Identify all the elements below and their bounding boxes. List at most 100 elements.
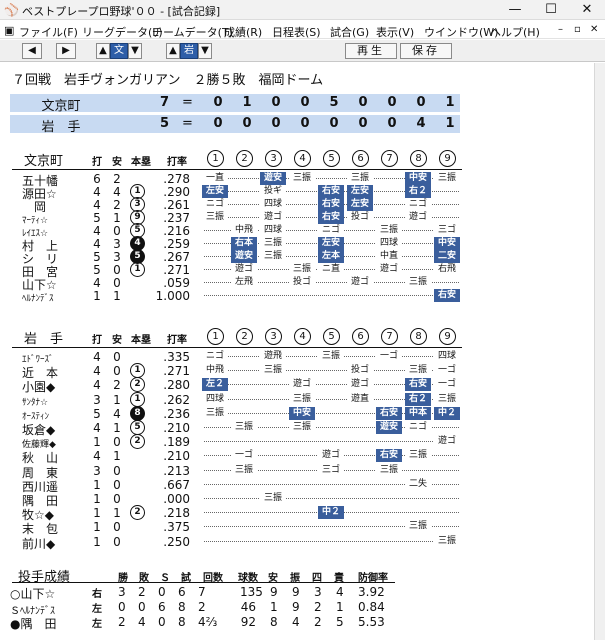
minimize-button[interactable]: — bbox=[497, 0, 533, 20]
player-row[interactable]: 周 東 3 0.213 三振 三ゴ 三振 bbox=[0, 463, 594, 480]
at-bat-result: 遊飛 bbox=[260, 350, 286, 363]
player-row[interactable]: 岡 4 2 3.261 ニゴ 四球 右安 左安 ニゴ bbox=[0, 197, 594, 214]
pitcher-row[interactable]: Ｓﾍﾙﾅﾝﾃﾞｽ左 0 0 6 8 2 46 1 9 2 1 0.84 bbox=[0, 600, 594, 617]
arrow-up-icon: ▲ bbox=[99, 45, 107, 56]
player-row[interactable]: 前川◆ 1 0 .250 三振 bbox=[0, 534, 594, 551]
document-icon[interactable]: ▣ bbox=[4, 24, 14, 37]
menu-schedule[interactable]: 日程表(S) bbox=[272, 24, 321, 40]
team-a-up-button[interactable]: ▲ bbox=[96, 43, 110, 59]
header-rule bbox=[12, 347, 462, 348]
next-game-button[interactable]: ▶ bbox=[56, 43, 76, 59]
player-row[interactable]: 田 宮 5 0 1.271 遊ゴ 三振 ニ直 遊ゴ 右飛 bbox=[0, 262, 594, 279]
arrow-up-icon: ▲ bbox=[169, 45, 177, 56]
player-row[interactable]: ﾏｰﾃｨ☆ 5 1 9.237 三振 遊ゴ 右安 投ゴ 遊ゴ bbox=[0, 210, 594, 226]
at-bat-result: 遊ゴ bbox=[318, 449, 344, 463]
at-bat-result: 三振 bbox=[289, 172, 315, 185]
at-bat-hit: 右２ bbox=[405, 185, 431, 198]
at-bat-hit: 中安 bbox=[405, 172, 431, 185]
pitcher-bb: 2 bbox=[314, 615, 322, 629]
at-bat-result: 遊直 bbox=[347, 392, 373, 406]
team-a-button[interactable]: 文 bbox=[110, 43, 128, 59]
pitcher-row[interactable]: ●隅 田左 2 4 0 8 4⅔ 92 8 4 2 5 5.53 bbox=[0, 615, 594, 631]
inning-score: 0 bbox=[271, 95, 281, 110]
inning-score: 0 bbox=[300, 95, 310, 110]
hits: 1 bbox=[113, 289, 121, 303]
baseball-app-icon: ⚾ bbox=[4, 3, 19, 17]
player-row[interactable]: 村 上 4 3 4.259 右本 三振 左安 四球 中安 bbox=[0, 236, 594, 253]
at-bats: 1 bbox=[93, 506, 101, 521]
pitcher-k: 9 bbox=[292, 600, 300, 614]
player-row[interactable]: 近 本 4 0 1.271 中飛 三振 投ゴ 三振 一ゴ bbox=[0, 363, 594, 380]
mdi-close-icon[interactable]: ✕ bbox=[590, 24, 598, 35]
at-bat-result: 遊ゴ bbox=[434, 435, 460, 449]
inning-score: 0 bbox=[271, 116, 281, 131]
team-b-down-button[interactable]: ▼ bbox=[198, 43, 212, 59]
menu-view[interactable]: 表示(V) bbox=[376, 24, 414, 40]
play-button[interactable]: 再生 bbox=[345, 43, 397, 59]
player-row[interactable]: 五十幡 6 2.278 一直 遊安 三振 三振 中安 三振 bbox=[0, 172, 594, 188]
vertical-scrollbar[interactable] bbox=[594, 63, 605, 640]
player-row[interactable]: 山下☆ 4 0.059 左飛 投ゴ 遊ゴ 三振 bbox=[0, 276, 594, 292]
team-b-button[interactable]: 岩 bbox=[180, 43, 198, 59]
player-row[interactable]: ﾍﾙﾅﾝﾃﾞｽ 1 1 1.000 右安 bbox=[0, 289, 594, 304]
batting-average: .236 bbox=[163, 406, 190, 421]
at-bat-result: 三振 bbox=[434, 172, 460, 185]
mdi-minimize-icon[interactable]: – bbox=[558, 24, 563, 35]
player-row[interactable]: 源田☆ 4 4 1.290 左安 投ギ 右安 左安 右２ bbox=[0, 184, 594, 201]
batting-average: .210 bbox=[163, 449, 190, 464]
at-bat-result: 四球 bbox=[434, 350, 460, 363]
pitcher-h: 9 bbox=[270, 585, 278, 599]
hits: 0 bbox=[113, 477, 121, 492]
player-row[interactable]: 秋 山 4 1.210 一ゴ 遊ゴ 右安 三振 bbox=[0, 449, 594, 465]
home-run-badge: 2 bbox=[130, 434, 145, 450]
inning-score: 0 bbox=[387, 116, 397, 131]
at-bat-hit: 二安 bbox=[434, 250, 460, 263]
player-row[interactable]: 末 包 1 0.375 三振 bbox=[0, 520, 594, 536]
player-row[interactable]: シ リ 5 3 5.267 遊安 三振 左本 中直 二安 bbox=[0, 249, 594, 266]
mdi-restore-icon[interactable]: ▫ bbox=[574, 24, 581, 35]
menu-league-data[interactable]: リーグデータ(L) bbox=[82, 24, 163, 40]
menu-help[interactable]: ヘルプ(H) bbox=[490, 24, 540, 40]
player-row[interactable]: ﾚｲｴｽ☆ 4 0 5.216 中飛 四球 ニゴ 三振 三ゴ bbox=[0, 223, 594, 239]
menu-records[interactable]: 成績(R) bbox=[224, 24, 262, 40]
menu-file[interactable]: ファイル(F) bbox=[19, 24, 78, 40]
player-row[interactable]: 牧☆◆ 1 1 2.218 中２ bbox=[0, 505, 594, 522]
player-row[interactable]: ｵｰｽﾃｨﾝ 5 4 8 .236 三振 中安 右安 中本 中２ bbox=[0, 405, 594, 422]
at-bat-hit: 右安 bbox=[318, 198, 344, 211]
at-bat-result: 投ゴ bbox=[347, 364, 373, 378]
title-bar: ⚾ ベストプレープロ野球'００ - [試合記録] — ☐ ✕ bbox=[0, 0, 605, 20]
team-a-down-button[interactable]: ▼ bbox=[128, 43, 142, 59]
menu-game[interactable]: 試合(G) bbox=[330, 24, 369, 40]
player-row[interactable]: 小園◆ 4 2 2.280 左２ 遊ゴ 遊ゴ 右安 一ゴ bbox=[0, 377, 594, 394]
inning-score: 0 bbox=[416, 95, 426, 110]
pitcher-ip: 4⅔ bbox=[198, 615, 218, 629]
at-bat-hit: 遊安 bbox=[376, 421, 402, 434]
player-row[interactable]: ｻﾝﾀﾅ☆ 3 1 1.262 四球 三振 遊直 右２ 三振 bbox=[0, 391, 594, 408]
header-rule bbox=[12, 169, 462, 170]
player-row[interactable]: 西川遥 1 0.667 二失 bbox=[0, 477, 594, 494]
player-name: 佐藤輝◆ bbox=[22, 440, 56, 451]
at-bats: 4 bbox=[93, 449, 101, 464]
maximize-button[interactable]: ☐ bbox=[533, 0, 569, 20]
prev-game-button[interactable]: ◀ bbox=[22, 43, 42, 59]
hits: 4 bbox=[113, 185, 121, 199]
at-bat-result: 投ゴ bbox=[289, 276, 315, 289]
close-button[interactable]: ✕ bbox=[569, 0, 605, 20]
pitcher-row[interactable]: ○山下☆ 右 3 2 0 6 7 135 9 9 3 4 3.92 bbox=[0, 585, 594, 601]
player-row[interactable]: 隅 田 1 0.000 三振 bbox=[0, 492, 594, 508]
team-b-up-button[interactable]: ▲ bbox=[166, 43, 180, 59]
menu-window[interactable]: ウインドウ(W) bbox=[424, 24, 498, 40]
pitcher-h: 1 bbox=[270, 600, 278, 614]
pitcher-s: 0 bbox=[158, 585, 166, 599]
hits: 4 bbox=[113, 406, 121, 421]
at-bat-result: 三ゴ bbox=[318, 463, 344, 477]
dotted-leader bbox=[204, 540, 459, 542]
at-bat-result: 三振 bbox=[202, 211, 228, 224]
player-row[interactable]: 佐藤輝◆ 1 0 2 .189 遊ゴ bbox=[0, 434, 594, 451]
batting-average: .278 bbox=[163, 172, 190, 186]
at-bat-result: 左飛 bbox=[231, 276, 257, 289]
player-row[interactable]: 坂倉◆ 4 1 5.210 三振 三振 遊安 ニゴ bbox=[0, 420, 594, 437]
player-row[interactable]: ｴﾄﾞﾜｰｽﾞ 4 0 .335 ニゴ 遊飛 三振 一ゴ 四球 bbox=[0, 350, 594, 365]
menu-team-data[interactable]: チームデータ(T) bbox=[152, 24, 233, 40]
save-button[interactable]: 保存 bbox=[400, 43, 452, 59]
